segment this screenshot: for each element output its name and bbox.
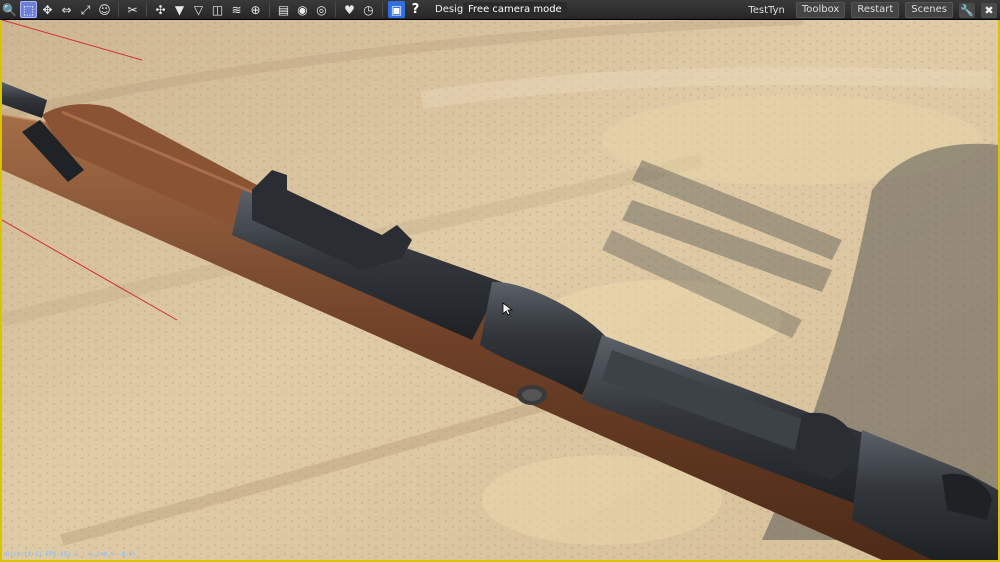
help-icon[interactable]: ? <box>407 1 424 18</box>
eye-icon[interactable]: ◎ <box>313 1 330 18</box>
move-icon[interactable]: ✥ <box>39 1 56 18</box>
snap-icon[interactable]: ✣ <box>152 1 169 18</box>
save-icon[interactable]: ▣ <box>388 1 405 18</box>
rotate-icon[interactable]: ⇔ <box>58 1 75 18</box>
toolbar-right-group: TestTyn Toolbox Restart Scenes 🔧 ✖ <box>745 0 1000 20</box>
magnify-icon[interactable]: 🔍 <box>1 1 18 18</box>
scene-render <box>2 20 998 560</box>
toolbar: 🔍 ⬚ ✥ ⇔ ⤢ ☺ ✂ ✣ ▼ ▽ ◫ ≋ ⊕ ▤ ◉ ◎ ♥ ◷ ▣ ? … <box>0 0 1000 20</box>
mouse-cursor-icon <box>502 302 514 316</box>
scale-icon[interactable]: ⤢ <box>77 1 94 18</box>
toolbox-button[interactable]: Toolbox <box>795 2 846 18</box>
timer-icon[interactable]: ◷ <box>360 1 377 18</box>
restart-button[interactable]: Restart <box>851 2 900 18</box>
split-view-icon[interactable]: ◫ <box>209 1 226 18</box>
scenes-button[interactable]: Scenes <box>905 2 953 18</box>
close-icon[interactable]: ✖ <box>981 2 997 18</box>
filter-icon[interactable]: ▽ <box>190 1 207 18</box>
3d-viewport[interactable]: DirectX 11 FPS:152.2 ( 6.2+8.9 -8.6) <box>0 20 1000 562</box>
render-stats: DirectX 11 FPS:152.2 ( 6.2+8.9 -8.6) <box>6 551 137 558</box>
smiley-icon[interactable]: ☺ <box>96 1 113 18</box>
toolbar-separator <box>269 2 270 17</box>
select-icon[interactable]: ⬚ <box>20 1 37 18</box>
toolbar-separator <box>335 2 336 17</box>
toolbar-separator <box>146 2 147 17</box>
wrench-icon[interactable]: 🔧 <box>959 2 975 18</box>
user-name: TestTyn <box>748 4 785 16</box>
toolbar-separator <box>382 2 383 17</box>
cut-icon[interactable]: ✂ <box>124 1 141 18</box>
toolbar-separator <box>118 2 119 17</box>
ground-align-icon[interactable]: ▼ <box>171 1 188 18</box>
visibility-icon[interactable]: ◉ <box>294 1 311 18</box>
terrain-icon[interactable]: ≋ <box>228 1 245 18</box>
document-icon[interactable]: ▤ <box>275 1 292 18</box>
crosshair-icon[interactable]: ⊕ <box>247 1 264 18</box>
heart-icon[interactable]: ♥ <box>341 1 358 18</box>
camera-mode-indicator: Free camera mode <box>463 2 567 18</box>
